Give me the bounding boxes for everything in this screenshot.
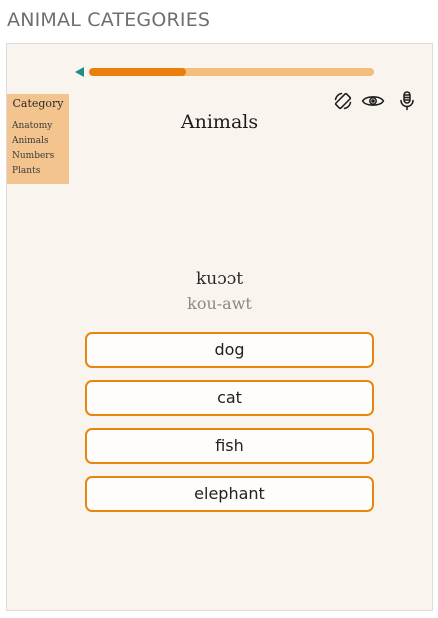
category-menu: Category Anatomy Animals Numbers Plants xyxy=(7,94,69,184)
microphone-icon[interactable] xyxy=(396,90,418,112)
eye-icon[interactable] xyxy=(360,90,386,112)
category-item-plants[interactable]: Plants xyxy=(12,164,64,179)
back-arrow-icon[interactable] xyxy=(75,67,84,77)
rotate-icon[interactable] xyxy=(332,90,354,112)
lesson-frame: Category Anatomy Animals Numbers Plants … xyxy=(6,43,433,611)
pronunciation: kou-awt xyxy=(187,294,252,313)
choice-button-elephant[interactable]: elephant xyxy=(85,476,374,512)
answer-choices: dog cat fish elephant xyxy=(85,332,374,524)
progress-bar-fill xyxy=(89,68,186,76)
choice-button-fish[interactable]: fish xyxy=(85,428,374,464)
category-item-numbers[interactable]: Numbers xyxy=(12,149,64,164)
native-word: kuɔɔt xyxy=(195,269,244,289)
page-title: ANIMAL CATEGORIES xyxy=(7,9,211,31)
lesson-title: Animals xyxy=(180,111,259,133)
choice-button-cat[interactable]: cat xyxy=(85,380,374,416)
category-heading: Category xyxy=(12,97,64,110)
choice-button-dog[interactable]: dog xyxy=(85,332,374,368)
progress-bar xyxy=(89,68,374,76)
category-item-animals[interactable]: Animals xyxy=(12,134,64,149)
